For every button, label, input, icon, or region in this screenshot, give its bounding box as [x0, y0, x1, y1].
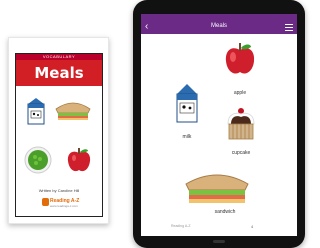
apple-icon: [67, 148, 91, 172]
sandwich-icon: [55, 102, 91, 120]
tablet-screen: ‹ Meals apple milk cupcake sandwich Read…: [141, 14, 297, 236]
page-number: 4: [251, 224, 254, 229]
word-sandwich: sandwich: [214, 209, 236, 215]
book-title: Meals: [34, 64, 84, 82]
sandwich-icon[interactable]: [183, 166, 251, 206]
app-title: Meals: [210, 23, 227, 29]
book-caption: Written by Caroline Hill: [38, 188, 80, 193]
home-indicator[interactable]: [213, 240, 225, 243]
app-footer: Reading A-Z: [171, 224, 191, 228]
publisher-url: www.readinga-z.com: [50, 204, 78, 208]
milk-carton-icon: [27, 98, 45, 125]
menu-icon[interactable]: [285, 22, 293, 31]
apple-icon[interactable]: [223, 40, 257, 78]
publisher-logo-icon: [42, 198, 49, 206]
word-cupcake: cupcake: [231, 150, 251, 156]
book-card: VOCABULARY Meals Written by Caroline Hil…: [8, 37, 109, 224]
app-bar: ‹ Meals: [141, 20, 297, 34]
book-cover: VOCABULARY Meals Written by Caroline Hil…: [15, 53, 103, 217]
tablet-device: ‹ Meals apple milk cupcake sandwich Read…: [133, 0, 305, 248]
peas-icon: [24, 146, 52, 174]
cupcake-icon[interactable]: [223, 106, 259, 144]
word-apple: apple: [233, 90, 247, 96]
milk-carton-icon[interactable]: [175, 82, 199, 124]
word-milk: milk: [182, 134, 192, 140]
